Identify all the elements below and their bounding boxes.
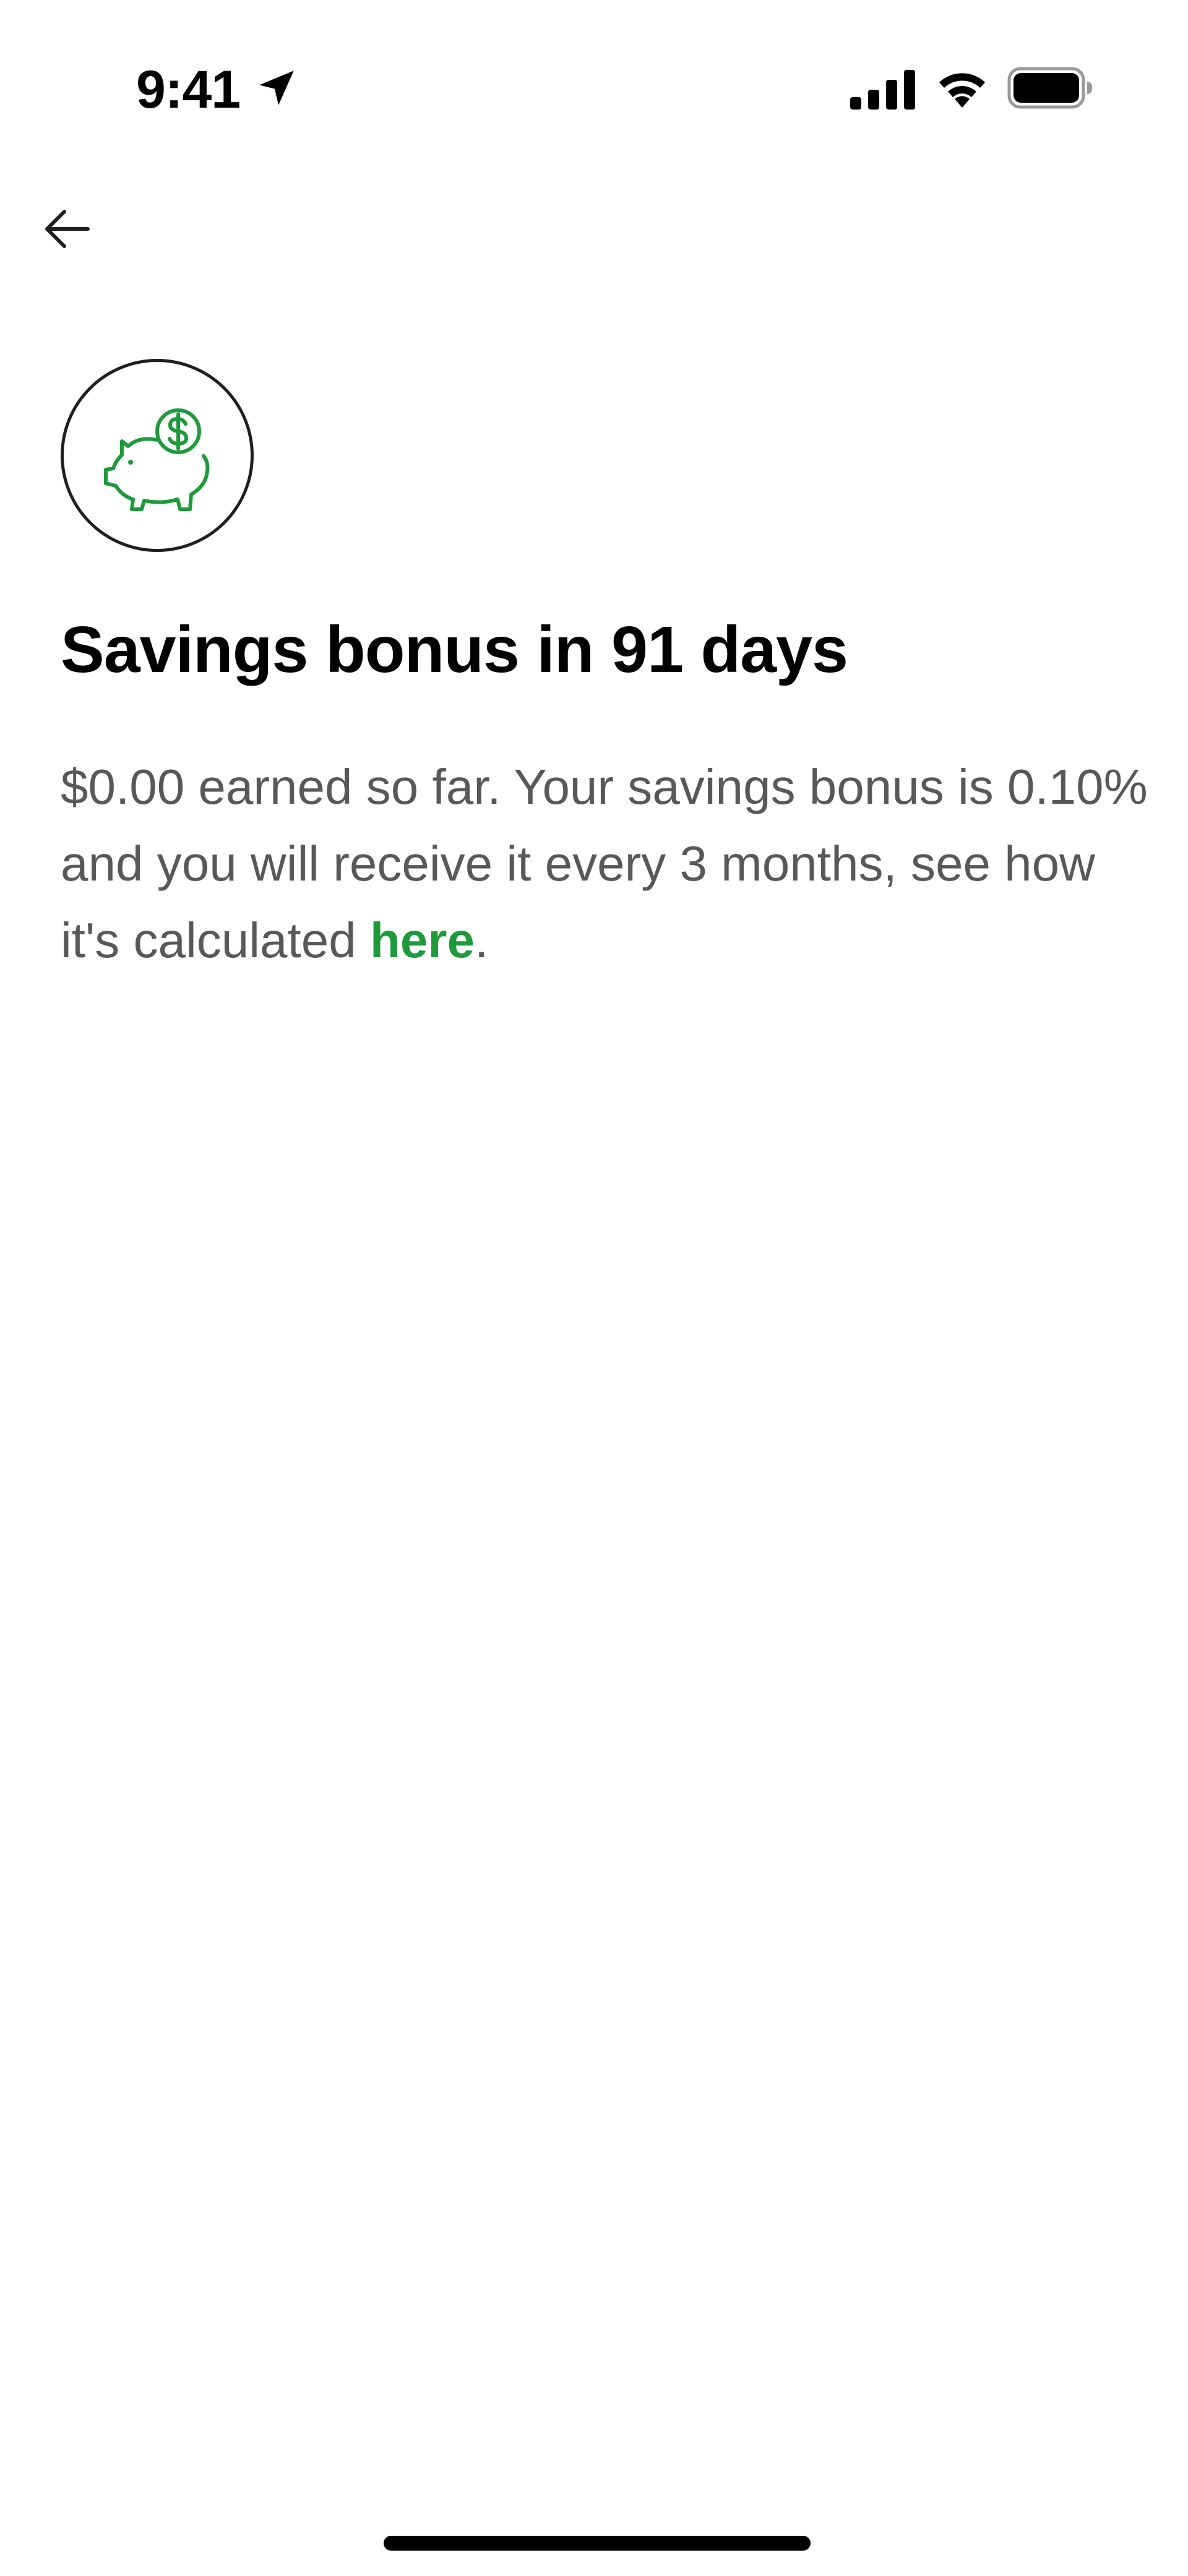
description-text: $0.00 earned so far. Your savings bonus … — [61, 759, 1148, 968]
piggy-bank-badge — [61, 359, 254, 552]
status-time: 9:41 — [136, 60, 241, 119]
cellular-signal-icon — [850, 70, 915, 110]
battery-icon — [1007, 67, 1092, 109]
home-indicator[interactable] — [384, 2536, 811, 2551]
calculation-here-link[interactable]: here — [370, 913, 475, 968]
wifi-icon — [939, 73, 985, 108]
status-bar: 9:41 — [0, 0, 1188, 155]
piggy-bank-dollar-icon — [104, 408, 210, 511]
savings-bonus-description: $0.00 earned so far. Your savings bonus … — [61, 749, 1150, 979]
page-title: Savings bonus in 91 days — [61, 613, 848, 686]
description-period: . — [474, 913, 489, 968]
location-arrow-icon — [259, 71, 294, 105]
back-arrow-icon[interactable] — [37, 198, 99, 260]
